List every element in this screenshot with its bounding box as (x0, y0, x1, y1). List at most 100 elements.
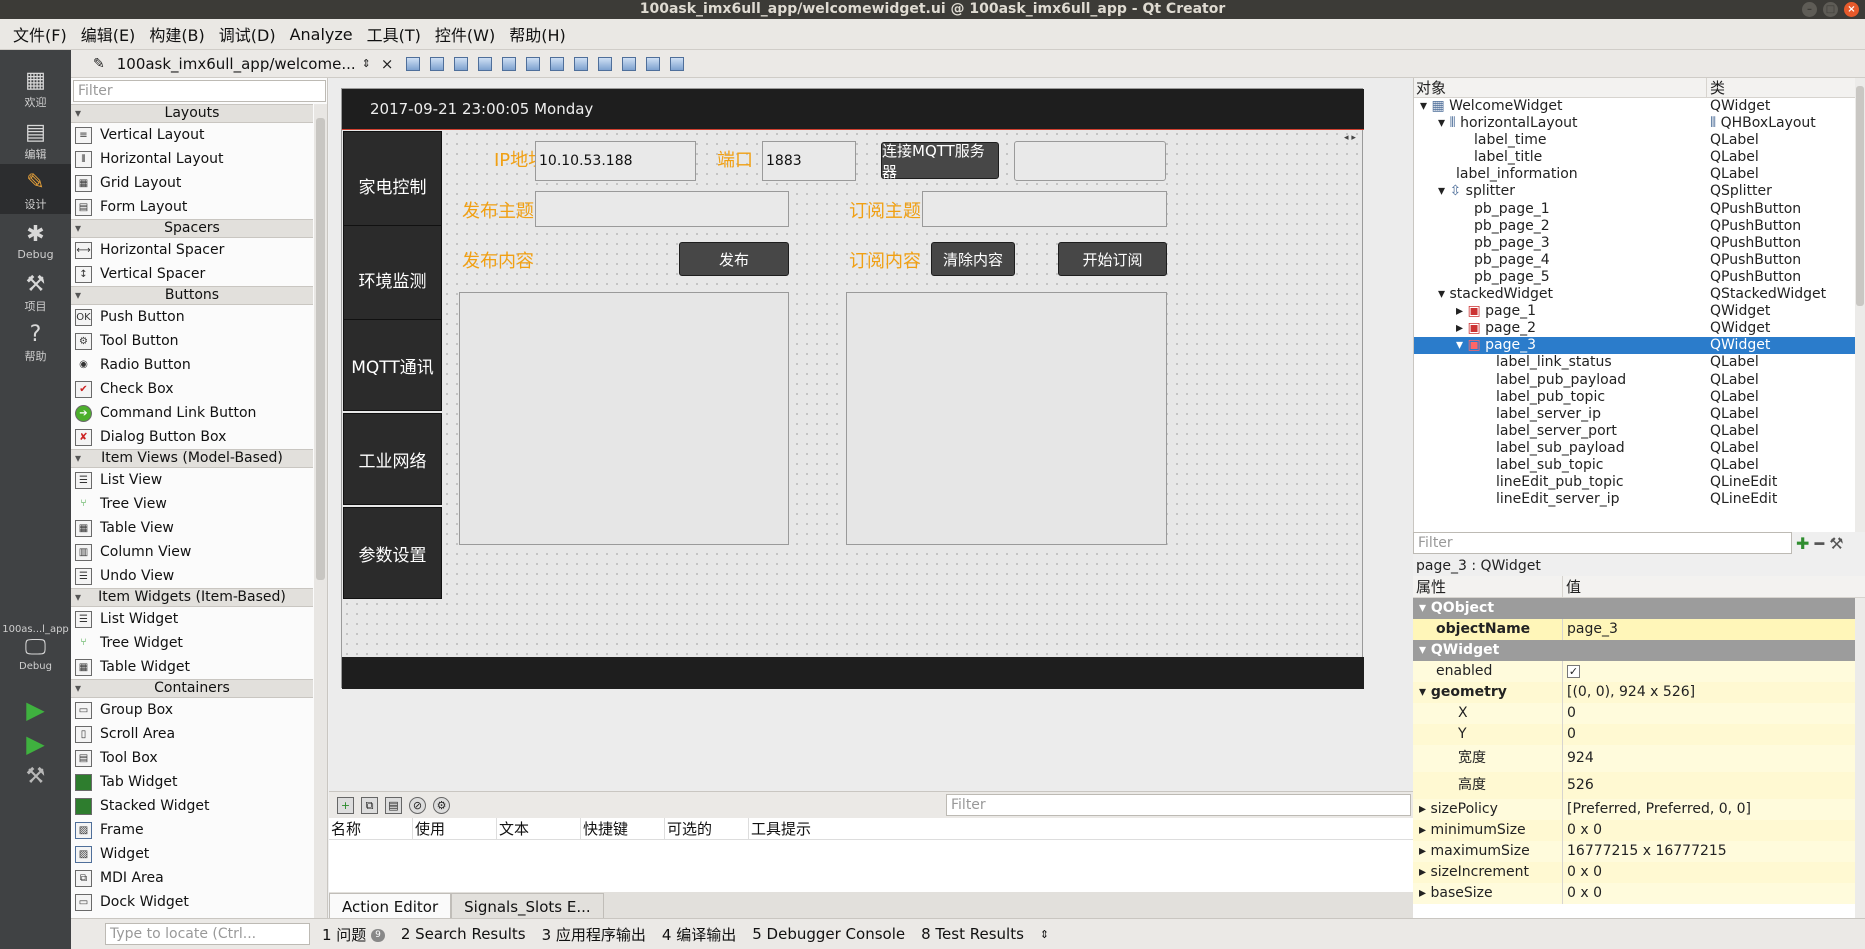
column-text[interactable]: 文本 (497, 818, 581, 839)
widget-item[interactable]: ▯ Scroll Area (71, 722, 313, 746)
tree-row-selected[interactable]: ▾ ▣ page_3 QWidget (1414, 337, 1865, 355)
collapse-arrow-icon[interactable]: ▾ (1438, 115, 1445, 131)
property-row[interactable]: 高度 526 (1413, 772, 1865, 799)
widget-item[interactable]: ▤ Tool Box (71, 746, 313, 770)
collapse-arrow-icon[interactable]: ▾ (1456, 337, 1463, 353)
column-class[interactable]: 类 (1707, 78, 1725, 97)
tree-row[interactable]: label_server_ip QLabel (1414, 406, 1865, 423)
textedit-sub-payload[interactable] (846, 292, 1167, 545)
layout-vertical-icon[interactable] (526, 56, 541, 71)
new-action-icon[interactable]: + (337, 797, 354, 814)
tree-row[interactable]: label_server_port QLabel (1414, 423, 1865, 440)
property-value[interactable]: 0 (1563, 703, 1576, 724)
lineedit-server-ip[interactable]: 10.10.53.188 (535, 141, 696, 181)
edit-buddies-icon[interactable] (454, 56, 469, 71)
mode-design[interactable]: ✎ 设计 (0, 164, 71, 214)
column-value[interactable]: 值 (1563, 576, 1581, 597)
label-sub-payload[interactable]: 订阅内容 (849, 247, 921, 273)
output-pane-compile[interactable]: 4 编译输出 (662, 924, 736, 945)
widget-item[interactable]: ▤ Form Layout (71, 195, 313, 219)
widget-item[interactable]: ⦀ Horizontal Layout (71, 147, 313, 171)
property-editor-scrollbar[interactable] (1855, 598, 1865, 918)
property-row[interactable]: ▸ minimumSize 0 x 0 (1413, 820, 1865, 841)
widget-item[interactable]: ≡ Vertical Layout (71, 123, 313, 147)
widget-item[interactable]: ▥ Column View (71, 540, 313, 564)
label-sub-topic[interactable]: 订阅主题 (849, 197, 921, 223)
widget-item[interactable]: ➔ Command Link Button (71, 401, 313, 425)
collapse-arrow-icon[interactable]: ▾ (1438, 286, 1445, 302)
tree-row[interactable]: label_pub_topic QLabel (1414, 389, 1865, 406)
column-used[interactable]: 使用 (413, 818, 497, 839)
label-pub-payload[interactable]: 发布内容 (462, 247, 534, 273)
page-arrows[interactable]: ◂ ▸ (1344, 133, 1356, 143)
menu-build[interactable]: 构建(B) (142, 22, 211, 46)
label-server-port[interactable]: 端口 (717, 146, 753, 172)
tab-action-editor[interactable]: Action Editor (329, 893, 452, 919)
locator-input[interactable]: Type to locate (Ctrl... (105, 923, 310, 945)
property-row[interactable]: 宽度 924 (1413, 745, 1865, 772)
menu-tools[interactable]: 工具(T) (360, 22, 428, 46)
menu-controls[interactable]: 控件(W) (428, 22, 502, 46)
widget-item[interactable]: ☰ List View (71, 468, 313, 492)
property-value[interactable]: 0 x 0 (1563, 883, 1602, 904)
collapse-arrow-icon[interactable]: ▾ (1419, 642, 1426, 658)
property-row[interactable]: X0 (1413, 703, 1865, 724)
expand-arrow-icon[interactable]: ▸ (1456, 303, 1463, 319)
output-pane-problems[interactable]: 1 问题 9 (322, 924, 385, 945)
collapse-arrow-icon[interactable]: ▾ (1438, 183, 1445, 199)
tree-row[interactable]: pb_page_3 QPushButton (1414, 235, 1865, 252)
tree-row[interactable]: lineEdit_pub_topic QLineEdit (1414, 474, 1865, 491)
enabled-checkbox[interactable]: ✓ (1567, 665, 1580, 678)
property-group-qobject[interactable]: ▾ QObject (1413, 598, 1865, 619)
close-document-icon[interactable]: × (381, 55, 394, 73)
property-value[interactable]: 0 x 0 (1563, 820, 1602, 841)
textedit-pub-payload[interactable] (459, 292, 789, 545)
widget-item[interactable]: ✔ Check Box (71, 377, 313, 401)
close-icon[interactable]: × (1844, 2, 1859, 17)
category-item-views[interactable]: Item Views (Model-Based) (71, 449, 313, 468)
mode-debug[interactable]: ✱ Debug (0, 222, 71, 261)
paste-icon[interactable]: ▤ (385, 797, 402, 814)
mode-edit[interactable]: ▤ 编辑 (0, 120, 71, 162)
label-information[interactable] (342, 657, 1364, 689)
tree-row[interactable]: label_title QLabel (1414, 149, 1865, 166)
output-pane-search[interactable]: 2 Search Results (401, 925, 526, 943)
mode-help[interactable]: ? 帮助 (0, 322, 71, 364)
copy-icon[interactable]: ⧉ (361, 797, 378, 814)
property-group-qwidget[interactable]: ▾ QWidget (1413, 640, 1865, 661)
widget-item[interactable]: ⑂ Tree Widget (71, 631, 313, 655)
minimize-icon[interactable]: – (1802, 2, 1817, 17)
collapse-arrow-icon[interactable]: ▾ (1420, 98, 1427, 114)
widget-item[interactable]: ☰ List Widget (71, 607, 313, 631)
updown-icon[interactable]: ⇕ (362, 57, 371, 70)
mode-projects[interactable]: ⚒ 项目 (0, 272, 71, 314)
column-object[interactable]: 对象 (1414, 78, 1707, 97)
lineedit-server-port[interactable]: 1883 (762, 141, 856, 181)
tree-row[interactable]: ▾ stackedWidget QStackedWidget (1414, 286, 1865, 303)
tree-row[interactable]: label_pub_payload QLabel (1414, 372, 1865, 389)
column-checkable[interactable]: 可选的 (665, 818, 749, 839)
property-value[interactable]: 526 (1563, 772, 1594, 799)
property-row[interactable]: ▸ sizePolicy [Preferred, Preferred, 0, 0] (1413, 799, 1865, 820)
widget-item[interactable]: ⟷ Horizontal Spacer (71, 238, 313, 262)
collapse-arrow-icon[interactable]: ▾ (1419, 684, 1426, 700)
build-hammer-icon[interactable]: ⚒ (0, 764, 71, 789)
expand-arrow-icon[interactable]: ▸ (1419, 801, 1426, 817)
category-item-widgets[interactable]: Item Widgets (Item-Based) (71, 588, 313, 607)
menu-debug[interactable]: 调试(D) (212, 22, 283, 46)
widget-item[interactable]: ☰ Undo View (71, 564, 313, 588)
tree-row[interactable]: pb_page_4 QPushButton (1414, 252, 1865, 269)
connect-mqtt-button[interactable]: 连接MQTT服务器 (881, 142, 999, 181)
tree-row[interactable]: label_sub_topic QLabel (1414, 457, 1865, 474)
edit-widgets-icon[interactable] (406, 56, 421, 71)
expand-arrow-icon[interactable]: ▸ (1456, 320, 1463, 336)
property-filter-input[interactable]: Filter (1413, 532, 1792, 554)
add-property-icon[interactable]: ✚ (1796, 534, 1809, 553)
edit-tab-order-icon[interactable] (478, 56, 493, 71)
property-row[interactable]: enabled ✓ (1413, 661, 1865, 682)
expand-arrow-icon[interactable]: ▸ (1419, 822, 1426, 838)
tree-row[interactable]: pb_page_2 QPushButton (1414, 218, 1865, 235)
menu-file[interactable]: 文件(F) (6, 22, 74, 46)
category-containers[interactable]: Containers (71, 679, 313, 698)
pb-page-1[interactable]: 家电控制 (343, 131, 442, 239)
